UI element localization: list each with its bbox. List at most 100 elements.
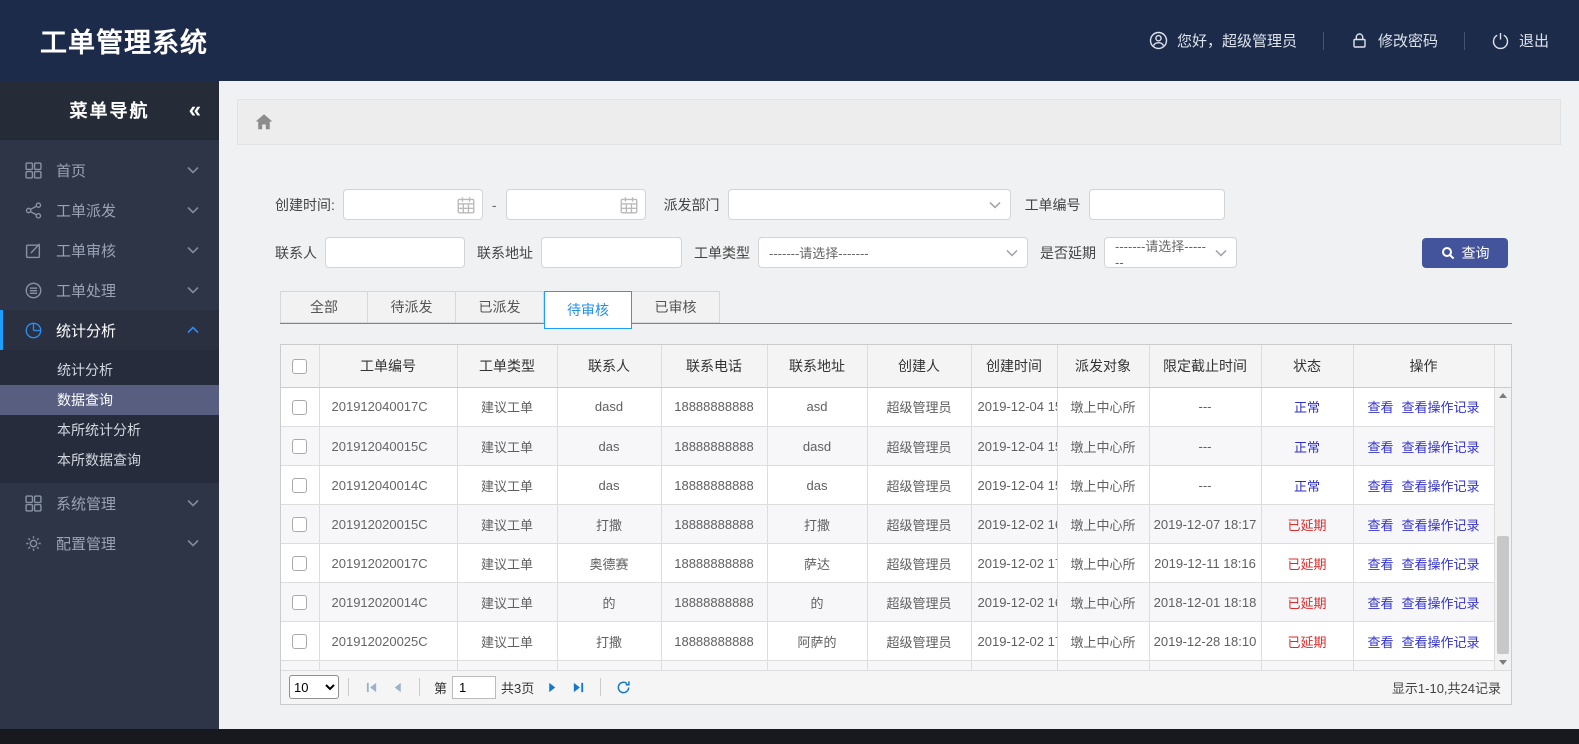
change-password-button[interactable]: 修改密码 xyxy=(1350,30,1438,51)
select-all-checkbox[interactable] xyxy=(292,359,308,375)
row-checkbox[interactable] xyxy=(292,556,308,572)
user-greeting[interactable]: 您好，超级管理员 xyxy=(1149,30,1297,51)
table-row: 201912040017C 建议工单 dasd 18888888888 asd … xyxy=(281,387,1495,427)
sidebar-item-dispatch[interactable]: 工单派发 xyxy=(0,190,219,230)
cell-contact: das xyxy=(557,426,662,466)
tab-dispatched[interactable]: 已派发 xyxy=(456,291,544,323)
view-log-link[interactable]: 查看操作记录 xyxy=(1402,635,1480,650)
cell-target: 墩上中心所 xyxy=(1057,465,1150,505)
view-log-link[interactable]: 查看操作记录 xyxy=(1402,440,1480,455)
cell-creator: 超级管理员 xyxy=(867,582,972,622)
view-link[interactable]: 查看 xyxy=(1367,440,1393,455)
cell-created: 2019-12-02 16 xyxy=(971,504,1058,544)
logout-button[interactable]: 退出 xyxy=(1491,30,1549,51)
view-link[interactable]: 查看 xyxy=(1367,557,1393,572)
cell-order-no: 201912020017C xyxy=(319,543,458,583)
address-label: 联系地址 xyxy=(477,244,533,261)
next-page-button[interactable] xyxy=(539,675,565,699)
row-checkbox[interactable] xyxy=(292,595,308,611)
delay-label: 是否延期 xyxy=(1040,244,1096,261)
view-log-link[interactable]: 查看操作记录 xyxy=(1402,400,1480,415)
row-checkbox[interactable] xyxy=(292,634,308,650)
submenu-item-office-statistics[interactable]: 本所统计分析 xyxy=(0,415,219,445)
row-checkbox[interactable] xyxy=(292,399,308,415)
cell-phone: 18888888888 xyxy=(661,387,768,427)
view-log-link[interactable]: 查看操作记录 xyxy=(1402,596,1480,611)
tab-pending-review[interactable]: 待审核 xyxy=(544,291,632,329)
order-type-select[interactable]: -------请选择------- xyxy=(758,237,1028,268)
header-actions: 您好，超级管理员 修改密码 退出 xyxy=(1149,30,1549,51)
contact-input[interactable] xyxy=(326,238,464,267)
sidebar-item-config[interactable]: 配置管理 xyxy=(0,523,219,563)
header-divider xyxy=(1322,31,1324,50)
refresh-button[interactable] xyxy=(610,675,636,699)
share-icon xyxy=(25,201,42,219)
cell-phone: 18888888888 xyxy=(661,465,768,505)
submenu-item-statistics[interactable]: 统计分析 xyxy=(0,355,219,385)
sidebar-item-process[interactable]: 工单处理 xyxy=(0,270,219,310)
order-no-label: 工单编号 xyxy=(1024,196,1081,213)
sidebar-item-review[interactable]: 工单审核 xyxy=(0,230,219,270)
created-time-start-input[interactable] xyxy=(343,190,482,219)
tab-pending-dispatch[interactable]: 待派发 xyxy=(368,291,456,323)
sidebar-nav: 首页 工单派发 工单审核 工单处理 统计分析 统计分析 数据查询 本所统计分析 … xyxy=(0,140,219,563)
view-link[interactable]: 查看 xyxy=(1367,596,1393,611)
address-input[interactable] xyxy=(542,238,681,267)
tab-all[interactable]: 全部 xyxy=(280,291,368,323)
chevron-down-icon xyxy=(1006,249,1018,257)
sidebar: 菜单导航 « 首页 工单派发 工单审核 工单处理 统计分析 统计分析 数据查询 … xyxy=(0,81,219,729)
scrollbar-spacer xyxy=(1494,345,1511,388)
dispatch-dept-label: 派发部门 xyxy=(663,196,720,213)
vertical-scrollbar[interactable] xyxy=(1494,387,1511,670)
first-page-button[interactable] xyxy=(358,675,384,699)
view-link[interactable]: 查看 xyxy=(1367,635,1393,650)
grid-icon xyxy=(25,161,42,179)
dispatch-dept-select[interactable] xyxy=(727,189,1011,220)
view-log-link[interactable]: 查看操作记录 xyxy=(1402,557,1480,572)
sidebar-item-system[interactable]: 系统管理 xyxy=(0,483,219,523)
cell-order-no: 201912020025C xyxy=(319,621,458,661)
row-checkbox[interactable] xyxy=(292,478,308,494)
sidebar-item-home[interactable]: 首页 xyxy=(0,150,219,190)
cell-address: 萨达 xyxy=(767,543,868,583)
col-contact: 联系人 xyxy=(557,345,662,388)
prev-page-button[interactable] xyxy=(384,675,410,699)
last-page-button[interactable] xyxy=(565,675,591,699)
cell-target: 墩上中心所 xyxy=(1057,387,1150,427)
sidebar-collapse-icon[interactable]: « xyxy=(189,99,201,121)
col-address: 联系地址 xyxy=(767,345,868,388)
cell-address: das xyxy=(767,465,868,505)
home-icon[interactable] xyxy=(254,112,274,132)
change-password-label: 修改密码 xyxy=(1377,33,1438,50)
search-button[interactable]: 查询 xyxy=(1422,237,1508,268)
submenu-item-office-data-query[interactable]: 本所数据查询 xyxy=(0,445,219,475)
view-link[interactable]: 查看 xyxy=(1367,400,1393,415)
cell-deadline: --- xyxy=(1149,465,1262,505)
created-time-end-input[interactable] xyxy=(506,190,645,219)
refresh-icon xyxy=(617,680,630,693)
scroll-up-button[interactable] xyxy=(1495,388,1511,403)
order-no-input[interactable] xyxy=(1089,190,1224,219)
scroll-down-button[interactable] xyxy=(1495,655,1511,670)
page-number-input[interactable] xyxy=(452,675,497,699)
table-row: 201912020025C 建议工单 打撒 18888888888 阿萨的 超级… xyxy=(281,621,1495,661)
cell-address: 的 xyxy=(767,582,868,622)
cell-contact: dasd xyxy=(557,387,662,427)
record-summary: 显示1-10,共24记录 xyxy=(1391,680,1501,696)
view-link[interactable]: 查看 xyxy=(1367,479,1393,494)
first-page-icon xyxy=(366,682,376,692)
search-button-label: 查询 xyxy=(1461,244,1490,261)
delay-select[interactable]: -------请选择------- xyxy=(1104,237,1237,270)
page-size-select[interactable]: 10 xyxy=(289,675,339,699)
view-log-link[interactable]: 查看操作记录 xyxy=(1402,518,1480,533)
row-checkbox[interactable] xyxy=(292,439,308,455)
pager-divider xyxy=(419,678,420,696)
sidebar-item-statistics[interactable]: 统计分析 xyxy=(0,310,219,350)
submenu-item-data-query[interactable]: 数据查询 xyxy=(0,385,219,415)
database-icon xyxy=(25,282,42,298)
view-log-link[interactable]: 查看操作记录 xyxy=(1402,479,1480,494)
scrollbar-thumb[interactable] xyxy=(1497,535,1509,654)
view-link[interactable]: 查看 xyxy=(1367,518,1393,533)
row-checkbox[interactable] xyxy=(292,517,308,533)
tab-reviewed[interactable]: 已审核 xyxy=(632,291,720,323)
